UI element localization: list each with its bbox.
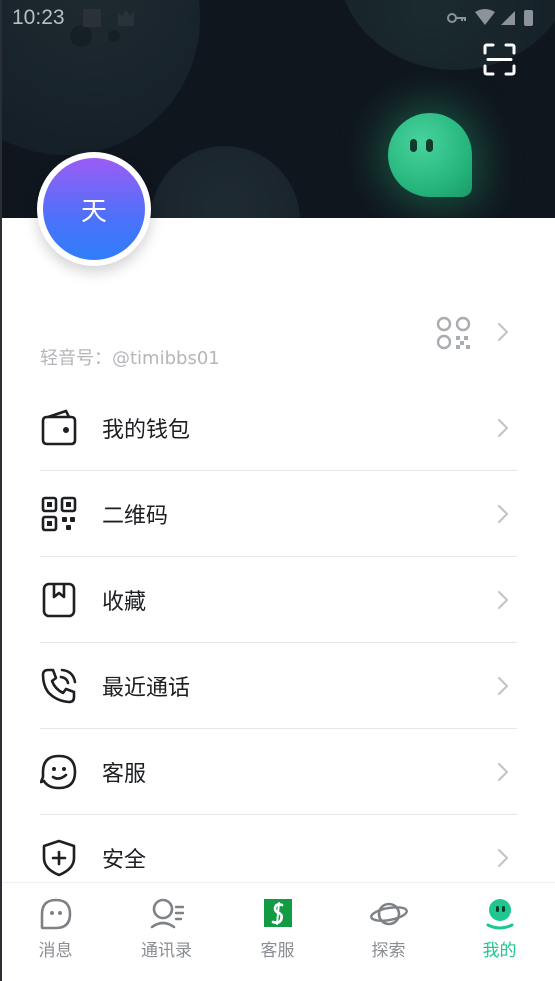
settings-menu: 我的钱包 二维码 收藏 最近通话 客服 安全 [40, 385, 517, 901]
customer-service-icon [40, 754, 77, 790]
chevron-right-icon [497, 676, 509, 696]
qr-code-icon [41, 496, 77, 532]
contacts-icon [150, 898, 184, 929]
chevron-right-icon[interactable] [495, 321, 511, 343]
planet-icon [369, 902, 408, 926]
tab-label: 消息 [38, 941, 73, 961]
wallet-icon [41, 409, 77, 446]
menu-item-favorites[interactable]: 收藏 [40, 557, 517, 643]
menu-item-customer-service[interactable]: 客服 [40, 729, 517, 815]
menu-item-label: 二维码 [102, 504, 169, 529]
tab-contacts[interactable]: 通讯录 [111, 883, 222, 981]
menu-item-label: 客服 [102, 762, 147, 787]
avatar[interactable]: 天 [37, 152, 151, 266]
bottom-tab-bar: 消息 通讯录 客服 探索 我的 [0, 882, 555, 981]
menu-item-wallet[interactable]: 我的钱包 [40, 385, 517, 471]
battery-icon [524, 10, 533, 26]
tab-label: 通讯录 [141, 941, 192, 961]
chevron-right-icon [497, 762, 509, 782]
tab-label: 客服 [260, 941, 295, 961]
bookmark-icon [42, 582, 76, 618]
profile-screen: 10:23 天 轻音号：@timibbs01 我的钱包 二维码 收藏 最近通话 … [0, 0, 555, 981]
menu-item-label: 安全 [102, 848, 147, 873]
tab-messages[interactable]: 消息 [0, 883, 111, 981]
me-icon [486, 899, 513, 930]
window-edge [0, 0, 2, 981]
menu-item-qr-code[interactable]: 二维码 [40, 471, 517, 557]
planet-decoration [150, 146, 300, 218]
status-time: 10:23 [12, 6, 65, 29]
vpn-key-icon [447, 13, 466, 23]
chevron-right-icon [497, 848, 509, 868]
avatar-initial: 天 [43, 158, 145, 260]
phone-call-icon [41, 668, 77, 704]
wifi-icon [475, 9, 495, 25]
app-notification-icon [118, 10, 134, 26]
chevron-right-icon [497, 590, 509, 610]
tab-label: 我的 [482, 941, 517, 961]
service-app-icon [263, 899, 292, 927]
chat-bubble-icon [40, 898, 71, 930]
chevron-right-icon [497, 418, 509, 438]
status-bar: 10:23 [0, 0, 555, 36]
qr-code-icon[interactable] [436, 316, 472, 350]
tab-service[interactable]: 客服 [222, 883, 333, 981]
shield-icon [42, 839, 76, 877]
chevron-right-icon [497, 504, 509, 524]
tab-label: 探索 [371, 941, 406, 961]
menu-item-recent-calls[interactable]: 最近通话 [40, 643, 517, 729]
menu-item-label: 收藏 [102, 590, 147, 615]
account-id: 轻音号：@timibbs01 [40, 348, 220, 369]
ghost-mascot-icon [388, 113, 472, 197]
tab-me[interactable]: 我的 [444, 883, 555, 981]
status-icons [447, 9, 533, 26]
signal-icon [501, 11, 515, 25]
tab-explore[interactable]: 探索 [333, 883, 444, 981]
scan-icon[interactable] [483, 43, 516, 76]
notification-icon [83, 9, 101, 27]
menu-item-label: 最近通话 [102, 676, 191, 701]
menu-item-label: 我的钱包 [102, 418, 191, 443]
